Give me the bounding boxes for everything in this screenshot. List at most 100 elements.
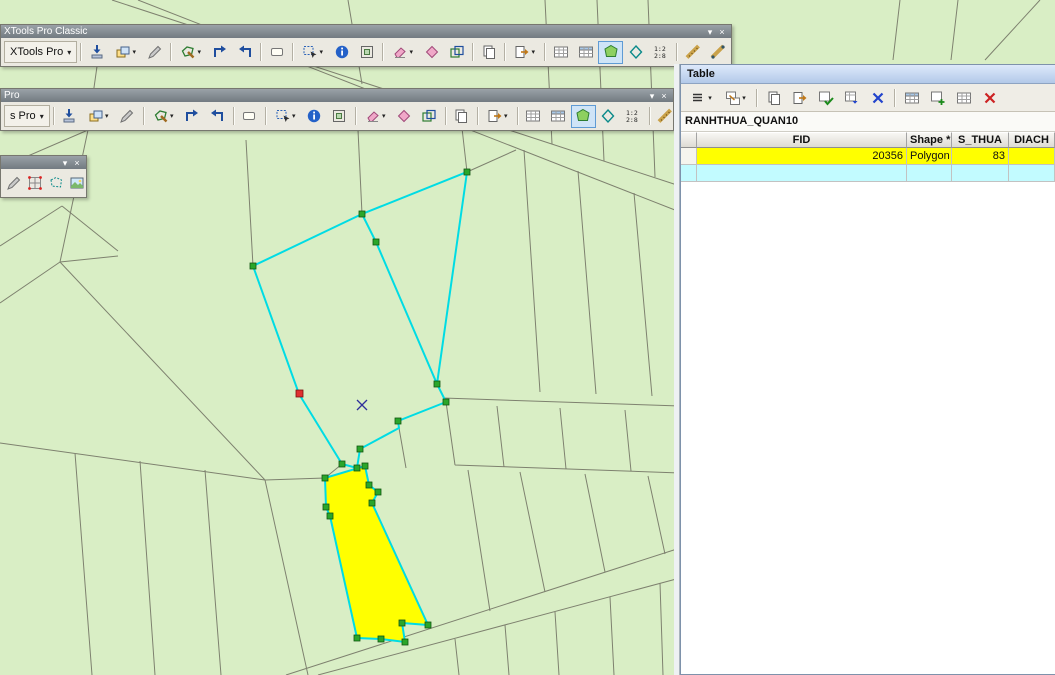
export-data-button[interactable]: ▾ [481,105,514,128]
xtools-pro-menu-button[interactable]: s Pro ▾ [4,105,50,127]
attribute-table-styled-icon[interactable] [546,105,571,128]
toolbar-menu-caret-icon[interactable]: ▾ [59,157,71,169]
select-polygon-tool-icon[interactable] [598,40,624,64]
row-selector[interactable] [681,165,697,182]
cell-sthua[interactable]: 83 [952,148,1009,165]
xtools-pro-menu-button[interactable]: XTools Pro ▾ [4,41,78,63]
zoom-to-selected-button[interactable] [899,86,924,110]
toolbar-menu-caret-icon[interactable]: ▾ [646,90,658,102]
toolbar-separator [354,107,356,125]
cell-shape[interactable]: Polygon [907,148,952,165]
send-mail-icon[interactable] [730,41,731,64]
column-header-sthua[interactable]: S_THUA [952,132,1009,148]
edit-polygon-button[interactable]: ▾ [174,41,207,64]
edit-sketch-icon[interactable] [115,105,140,128]
table-row[interactable]: 20356 Polygon 83 [681,148,1055,165]
column-header-fid[interactable]: FID [697,132,907,148]
cell-fid[interactable] [697,165,907,182]
clear-selection-button[interactable] [865,86,890,110]
export-data-button[interactable]: ▾ [508,41,541,64]
raster-image-icon[interactable] [66,172,86,195]
related-tables-button[interactable]: ▾ [719,86,752,110]
menu-label: XTools Pro [10,46,64,58]
label-tag-icon[interactable] [237,105,262,128]
diamond-tool-icon[interactable] [623,41,648,64]
select-switch-button[interactable] [839,86,864,110]
mini-toolbar-title-bar[interactable]: ▾ × [1,156,86,169]
xtools-classic-title-bar[interactable]: XTools Pro Classic ▾ × [1,25,731,38]
copy-features-button[interactable]: ▾ [109,41,142,64]
application-window: XTools Pro Classic ▾ × XTools Pro ▾ ▾ ▾ … [0,0,1055,675]
copy-rows-button[interactable] [761,86,786,110]
trace-backward-icon[interactable] [232,41,257,64]
toolbar-separator [142,107,144,125]
cell-diach[interactable] [1009,148,1055,165]
edit-polygon-button[interactable]: ▾ [147,105,180,128]
close-icon[interactable]: × [658,90,670,102]
label-tag-icon[interactable] [264,41,289,64]
attribute-table-icon[interactable] [548,41,573,64]
eraser-button[interactable]: ▾ [359,105,392,128]
toolbar-separator [472,43,474,61]
edit-sketch-icon[interactable] [142,41,167,64]
sketch-pencil-icon[interactable] [3,172,24,195]
column-header-diach[interactable]: DIACH [1009,132,1055,148]
apply-edits-icon[interactable] [84,41,109,64]
merge-shapes-icon[interactable] [444,41,469,64]
measure-segments-icon[interactable] [705,41,730,64]
measure-icon[interactable] [680,41,705,64]
column-header-shape[interactable]: Shape * [907,132,952,148]
find-replace-button[interactable] [813,86,838,110]
extent-frame-icon[interactable] [354,41,379,64]
xtools-docked-title-bar[interactable]: Pro ▾ × [1,89,673,102]
close-icon[interactable]: × [716,26,728,38]
grid-empty-area [681,182,1055,674]
identify-icon[interactable] [329,41,354,64]
toolbar-menu-caret-icon[interactable]: ▾ [704,26,716,38]
table-row[interactable] [681,165,1055,182]
add-rows-button[interactable] [925,86,950,110]
apply-edits-icon[interactable] [57,105,82,128]
coordinate-readout-icon[interactable] [648,41,673,64]
paste-rows-button[interactable] [787,86,812,110]
cell-fid[interactable]: 20356 [697,148,907,165]
select-polygon-tool-icon[interactable] [570,104,596,128]
copy-features-button[interactable]: ▾ [82,105,115,128]
extent-frame-icon[interactable] [327,105,352,128]
dropdown-caret-icon: ▾ [132,49,136,56]
trace-backward-icon[interactable] [205,105,230,128]
toolbar-separator [894,88,895,107]
table-options-button[interactable]: ▾ [685,86,718,110]
dashed-polygon-icon[interactable] [45,172,66,195]
window-title: Pro [4,90,20,101]
eraser-button[interactable]: ▾ [386,41,419,64]
trace-forward-icon[interactable] [207,41,232,64]
identify-icon[interactable] [302,105,327,128]
diamond-tool-icon[interactable] [596,105,621,128]
attribute-table-styled-icon[interactable] [573,41,598,64]
active-vertex-handle[interactable] [295,389,304,398]
coordinate-readout-icon[interactable] [621,105,646,128]
erase-shape-icon[interactable] [419,41,444,64]
attribute-table-icon[interactable] [521,105,546,128]
erase-shape-icon[interactable] [392,105,417,128]
adjust-grid-icon[interactable] [24,172,45,195]
table-export-button[interactable] [951,86,976,110]
cell-shape[interactable] [907,165,952,182]
cell-sthua[interactable] [952,165,1009,182]
row-selector-header[interactable] [681,132,697,148]
row-selector[interactable] [681,148,697,165]
cell-diach[interactable] [1009,165,1055,182]
select-features-button[interactable]: ▾ [296,41,329,64]
select-features-button[interactable]: ▾ [269,105,302,128]
toolbar-separator [516,107,518,125]
copy-sheet-icon[interactable] [476,41,501,64]
delete-selected-button[interactable] [977,86,1002,110]
merge-shapes-icon[interactable] [417,105,442,128]
window-title: XTools Pro Classic [4,26,88,37]
measure-icon[interactable] [653,105,673,128]
table-panel-title-bar[interactable]: Table [681,65,1055,84]
copy-sheet-icon[interactable] [449,105,474,128]
trace-forward-icon[interactable] [180,105,205,128]
close-icon[interactable]: × [71,157,83,169]
